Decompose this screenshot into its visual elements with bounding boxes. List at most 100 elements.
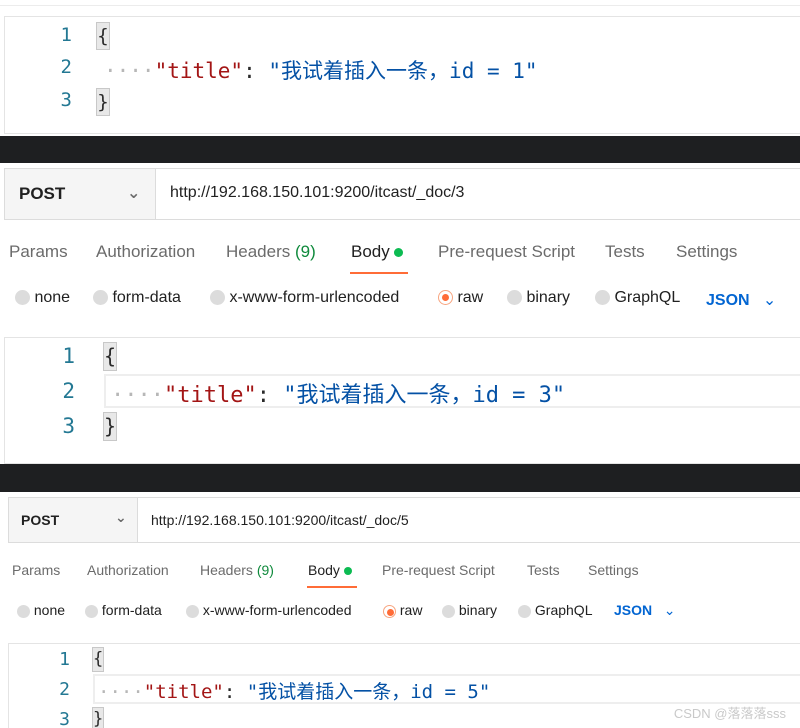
radio-selected-circle (383, 604, 396, 618)
chevron-down-icon: ⌄ (663, 602, 676, 618)
code-line-2[interactable]: ····"title": "我试着插入一条，id = 3" (111, 377, 565, 409)
radio-circle (507, 290, 522, 306)
radio-label: binary (526, 289, 571, 306)
format-label: JSON (706, 292, 750, 309)
tab-prerequest-script[interactable]: Pre-request Script (382, 562, 495, 578)
radio-label: GraphQL (534, 602, 593, 618)
line-number: 2 (62, 379, 75, 403)
code-editor-1[interactable]: 1 2 3 { ····"title": "我试着插入一条，id = 1" } (0, 0, 800, 136)
tab-body[interactable]: Body (351, 242, 404, 262)
code-line-2[interactable]: ····"title": "我试着插入一条，id = 5" (98, 677, 490, 704)
json-value: "我试着插入一条，id = 5" (246, 681, 491, 703)
format-dropdown[interactable]: JSON ⌄ (614, 602, 676, 619)
close-brace: } (103, 412, 117, 441)
tab-tests[interactable]: Tests (605, 242, 645, 262)
radio-circle (85, 604, 98, 618)
line-number: 2 (59, 679, 70, 700)
radio-urlencoded[interactable]: x-www-form-urlencoded (186, 602, 351, 618)
active-dot (394, 248, 404, 258)
format-dropdown[interactable]: JSON ⌄ (706, 290, 776, 310)
url-bar: POST ⌄ http://192.168.150.101:9200/itcas… (8, 497, 800, 543)
radio-circle (186, 604, 199, 618)
radio-label: GraphQL (614, 289, 681, 306)
radio-label: form-data (101, 602, 162, 618)
tab-headers-label: Headers (200, 562, 253, 578)
colon: : (256, 383, 270, 408)
tab-headers[interactable]: Headers (9) (226, 242, 316, 262)
radio-form-data[interactable]: form-data (85, 602, 162, 618)
separator-bar (0, 464, 800, 492)
tab-headers[interactable]: Headers (9) (200, 562, 274, 578)
separator-bar (0, 136, 800, 163)
radio-circle (595, 290, 610, 306)
radio-label: x-www-form-urlencoded (202, 602, 352, 618)
radio-none[interactable]: none (17, 602, 65, 618)
active-tab-underline (350, 272, 408, 274)
json-key: "title" (143, 681, 224, 703)
radio-urlencoded[interactable]: x-www-form-urlencoded (210, 289, 399, 307)
tab-authorization[interactable]: Authorization (87, 562, 169, 578)
tab-headers-label: Headers (226, 242, 291, 261)
tab-settings[interactable]: Settings (676, 242, 737, 262)
radio-circle (442, 604, 455, 618)
line-number: 3 (60, 89, 72, 111)
headers-count: (9) (295, 242, 316, 261)
json-key: "title" (154, 59, 244, 83)
indent-dots: ···· (98, 681, 144, 703)
radio-raw[interactable]: raw (383, 602, 422, 618)
chevron-down-icon: ⌄ (127, 185, 141, 202)
url-input[interactable]: http://192.168.150.101:9200/itcast/_doc/… (170, 184, 464, 202)
radio-label: none (33, 602, 66, 618)
radio-form-data[interactable]: form-data (93, 289, 181, 307)
headers-count: (9) (256, 562, 274, 578)
radio-none[interactable]: none (15, 289, 70, 307)
method-label: POST (19, 184, 66, 203)
tab-body[interactable]: Body (308, 562, 352, 578)
watermark: CSDN @落落落sss (673, 706, 786, 721)
radio-binary[interactable]: binary (442, 602, 497, 618)
json-value: "我试着插入一条，id = 1" (268, 59, 538, 83)
radio-circle (17, 604, 30, 618)
tab-body-label: Body (308, 562, 340, 578)
radio-label: x-www-form-urlencoded (229, 289, 400, 306)
tab-params[interactable]: Params (12, 562, 60, 578)
active-tab-underline (307, 586, 357, 588)
chevron-down-icon: ⌄ (115, 509, 127, 525)
chevron-down-icon: ⌄ (762, 292, 777, 309)
tab-authorization[interactable]: Authorization (96, 242, 195, 262)
radio-binary[interactable]: binary (507, 289, 570, 307)
radio-graphql[interactable]: GraphQL (595, 289, 680, 307)
tab-prerequest-script[interactable]: Pre-request Script (438, 242, 575, 262)
method-select[interactable]: POST ⌄ (9, 498, 138, 542)
radio-selected-circle: .r0::after{} (438, 290, 453, 306)
format-label: JSON (614, 602, 653, 618)
active-dot (343, 567, 352, 576)
radio-label: none (34, 289, 71, 306)
url-input[interactable]: http://192.168.150.101:9200/itcast/_doc/… (151, 512, 409, 528)
code-editor-2[interactable]: 1 2 3 { ····"title": "我试着插入一条，id = 3" } (0, 329, 800, 464)
radio-circle (518, 604, 531, 618)
radio-label: raw (457, 289, 484, 306)
radio-graphql[interactable]: GraphQL (518, 602, 592, 618)
tab-settings[interactable]: Settings (588, 562, 639, 578)
line-number: 3 (59, 709, 70, 728)
request-panel-1: POST ⌄ http://192.168.150.101:9200/itcas… (0, 163, 800, 329)
request-panel-2: POST ⌄ http://192.168.150.101:9200/itcas… (0, 492, 800, 638)
line-number: 1 (59, 649, 70, 670)
tab-params[interactable]: Params (9, 242, 68, 262)
code-line-2[interactable]: ····"title": "我试着插入一条，id = 1" (104, 55, 538, 85)
colon: : (243, 59, 256, 83)
open-brace: { (92, 647, 104, 672)
line-number: 1 (62, 344, 75, 368)
code-editor-3[interactable]: 1 2 3 { ····"title": "我试着插入一条，id = 5" } … (0, 638, 800, 728)
tab-tests[interactable]: Tests (527, 562, 560, 578)
radio-label: binary (458, 602, 498, 618)
indent-dots: ···· (111, 383, 164, 408)
colon: : (223, 681, 236, 703)
close-brace: } (92, 707, 104, 728)
url-bar: POST ⌄ http://192.168.150.101:9200/itcas… (4, 168, 800, 220)
json-value: "我试着插入一条，id = 3" (283, 383, 566, 408)
radio-raw[interactable]: .r0::after{} raw (438, 289, 483, 307)
method-select[interactable]: POST ⌄ (5, 169, 156, 219)
radio-label: form-data (112, 289, 181, 306)
